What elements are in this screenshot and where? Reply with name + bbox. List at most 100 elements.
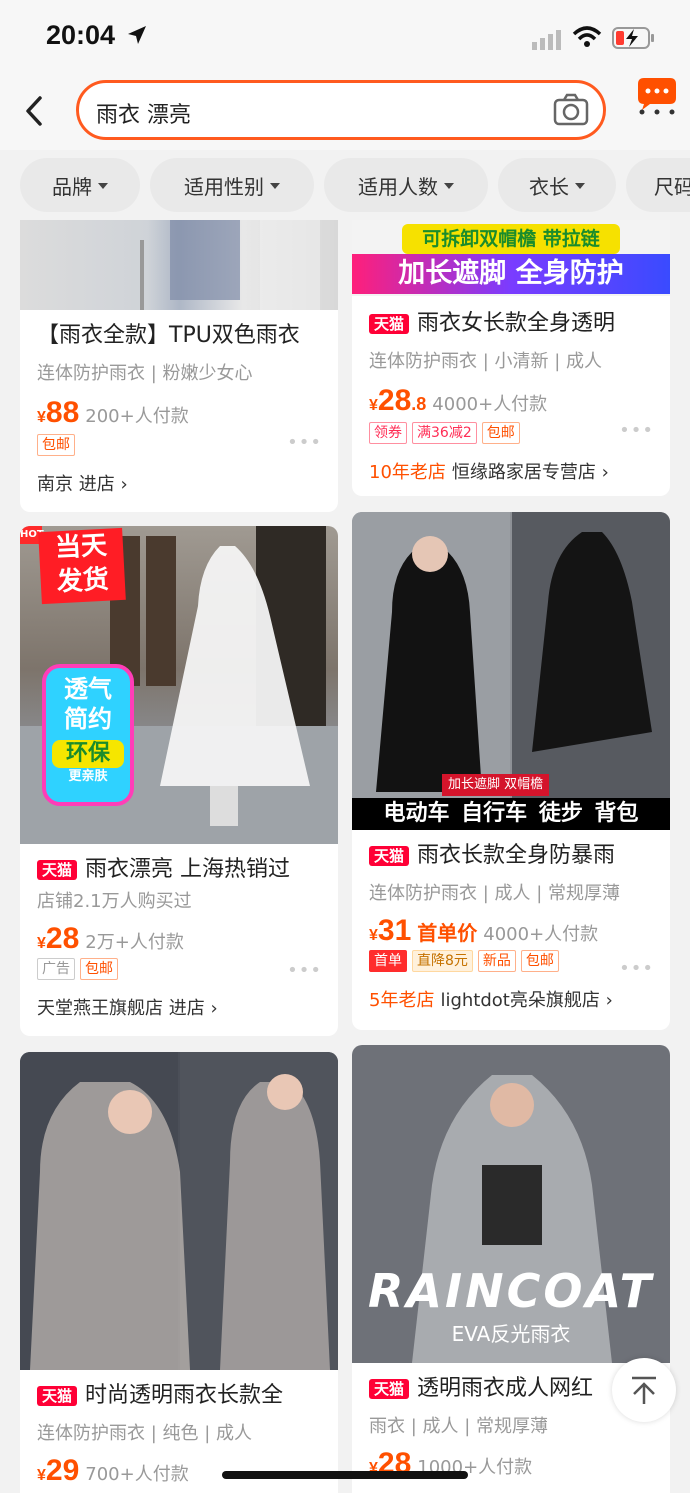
more-options-icon[interactable]: ••• [287,960,322,981]
product-price: ¥31 [369,914,412,947]
back-to-top-button[interactable] [612,1358,676,1422]
sold-count: 4000+人付款 [432,394,548,415]
new-tag: 新品 [477,950,516,972]
more-options-icon[interactable]: ••• [619,958,654,979]
first-order-price-label: 首单价 [417,921,478,945]
shop-name: 天堂燕王旗舰店 进店 › [37,998,218,1019]
product-title: 【雨衣全款】TPU双色雨衣 [37,322,328,350]
more-options-icon[interactable]: ••• [287,432,322,453]
shop-link[interactable]: 10年老店 恒缘路家居专营店 › [369,458,660,484]
sold-count: 4000+人付款 [483,924,599,945]
filter-gender[interactable]: 适用性别 [150,158,314,212]
image-banner-sub: EVA反光雨衣 [451,1322,571,1346]
product-attributes: 连体防护雨衣 | 粉嫩少女心 [37,363,253,384]
product-title: 天猫 雨衣长款全身防暴雨 [369,842,660,870]
product-image: 加长遮脚 双帽檐 电动车 自行车 徒步 背包 [352,512,670,830]
price-line: ¥31 首单价 4000+人付款 [369,914,660,948]
product-attributes: 连体防护雨衣 | 小清新 | 成人 [369,351,603,372]
filter-people-label: 适用人数 [358,174,438,199]
tmall-badge: 天猫 [369,314,410,334]
product-attributes: 连体防护雨衣 | 纯色 | 成人 [37,1423,253,1444]
shop-link[interactable]: 天堂燕王旗舰店 进店 › [37,994,328,1020]
shop-link[interactable]: 5年老店 lightdot亮朵旗舰店 › [369,986,660,1012]
free-shipping-tag: 包邮 [37,434,75,456]
product-card[interactable]: HOT 当天 发货 透气 简约 环保 更亲肤 天猫 雨衣漂亮 上海热销过 店铺2.1万人购… [20,526,338,1036]
message-icon[interactable] [634,76,680,116]
product-title: 天猫 时尚透明雨衣长款全 [37,1382,328,1410]
product-card[interactable]: 【雨衣全款】TPU双色雨衣 连体防护雨衣 | 粉嫩少女心 ¥88 200+人付款… [20,220,338,512]
wifi-icon [572,26,602,47]
shop-age: 10年老店 [369,462,446,483]
more-options-icon[interactable]: ••• [619,420,654,441]
tmall-badge: 天猫 [37,1386,78,1406]
shop-age: 5年老店 [369,990,435,1011]
camera-icon[interactable] [553,93,589,127]
sold-count: 2万+人付款 [85,932,184,953]
product-title-text: 透明雨衣成人网红 [417,1376,594,1401]
tmall-badge: 天猫 [369,1379,410,1399]
product-image: HOT 当天 发货 透气 简约 环保 更亲肤 [20,526,338,844]
filter-gender-label: 适用性别 [184,174,264,199]
filter-size[interactable]: 尺码 [626,158,690,212]
filter-brand-label: 品牌 [52,174,92,199]
back-arrow-icon[interactable] [20,94,50,128]
image-banner-top: 加长遮脚 双帽檐 [442,774,550,796]
sold-count: 700+人付款 [85,1464,189,1485]
price-line: ¥28 2万+人付款 [37,922,328,956]
product-price: ¥28.8 [369,384,427,417]
product-image: RAINCOAT EVA反光雨衣 [352,1045,670,1363]
product-title-text: 雨衣女长款全身透明 [417,311,616,336]
status-bar: 20:04 [0,0,690,76]
free-shipping-tag: 包邮 [80,958,118,980]
price-line: ¥28.8 4000+人付款 [369,384,660,418]
filter-length[interactable]: 衣长 [498,158,616,212]
product-price: ¥28 [37,922,80,955]
product-title-text: 雨衣漂亮 上海热销过 [85,857,291,882]
filter-people[interactable]: 适用人数 [324,158,488,212]
shop-link[interactable]: 南京 进店 › [37,470,328,496]
coupon-tag: 领券 [369,422,407,444]
image-banner-main: 电动车 自行车 徒步 背包 [383,801,639,826]
product-card[interactable]: 天猫 时尚透明雨衣长款全 连体防护雨衣 | 纯色 | 成人 ¥29 700+人付款 [20,1052,338,1493]
discount-tag: 满36减2 [412,422,477,444]
product-title-text: 【雨衣全款】TPU双色雨衣 [37,323,300,348]
tag-row: 首单 直降8元 新品 包邮 [369,950,660,972]
image-banner-main: RAINCOAT [367,1264,655,1318]
filter-brand[interactable]: 品牌 [20,158,140,212]
product-image: 可拆卸双帽檐 带拉链 加长遮脚 全身防护 [352,220,670,296]
product-price: ¥88 [37,396,80,429]
caret-down-icon [270,183,280,189]
signal-icon [532,30,561,50]
same-day-badge: 当天 发货 [38,527,126,605]
sold-count: 200+人付款 [85,406,189,427]
tag-row: 包邮 [37,434,328,456]
caret-down-icon [98,183,108,189]
search-query-text: 雨衣 漂亮 [96,103,191,128]
product-card[interactable]: 可拆卸双帽檐 带拉链 加长遮脚 全身防护 天猫 雨衣女长款全身透明 连体防护雨衣 … [352,220,670,496]
product-title: 天猫 雨衣漂亮 上海热销过 [37,856,328,884]
product-price: ¥29 [37,1454,80,1487]
product-image [20,1052,338,1370]
free-shipping-tag: 包邮 [481,422,520,444]
product-title: 天猫 雨衣女长款全身透明 [369,310,660,338]
search-input[interactable]: 雨衣 漂亮 [76,80,606,140]
location-arrow-icon [128,26,146,44]
product-image [20,220,338,310]
free-shipping-tag: 包邮 [520,950,559,972]
image-banner-main: 加长遮脚 全身防护 [352,254,670,294]
product-card[interactable]: RAINCOAT EVA反光雨衣 天猫 透明雨衣成人网红 雨衣 | 成人 | 常规… [352,1045,670,1493]
search-header: 雨衣 漂亮 [0,76,690,150]
ad-tag: 广告 [37,958,75,980]
arrow-up-icon [632,1376,656,1404]
filter-bar: 品牌 适用性别 适用人数 衣长 尺码 [0,150,690,220]
product-card[interactable]: 加长遮脚 双帽檐 电动车 自行车 徒步 背包 天猫 雨衣长款全身防暴雨 连体防护雨… [352,512,670,1030]
caret-down-icon [575,183,585,189]
filter-length-label: 衣长 [529,174,569,199]
product-title-text: 时尚透明雨衣长款全 [85,1383,284,1408]
tmall-badge: 天猫 [369,846,410,866]
battery-charging-icon [612,27,654,49]
caret-down-icon [444,183,454,189]
status-time: 20:04 [46,20,116,50]
product-title-text: 雨衣长款全身防暴雨 [417,843,616,868]
home-indicator[interactable] [222,1471,468,1479]
